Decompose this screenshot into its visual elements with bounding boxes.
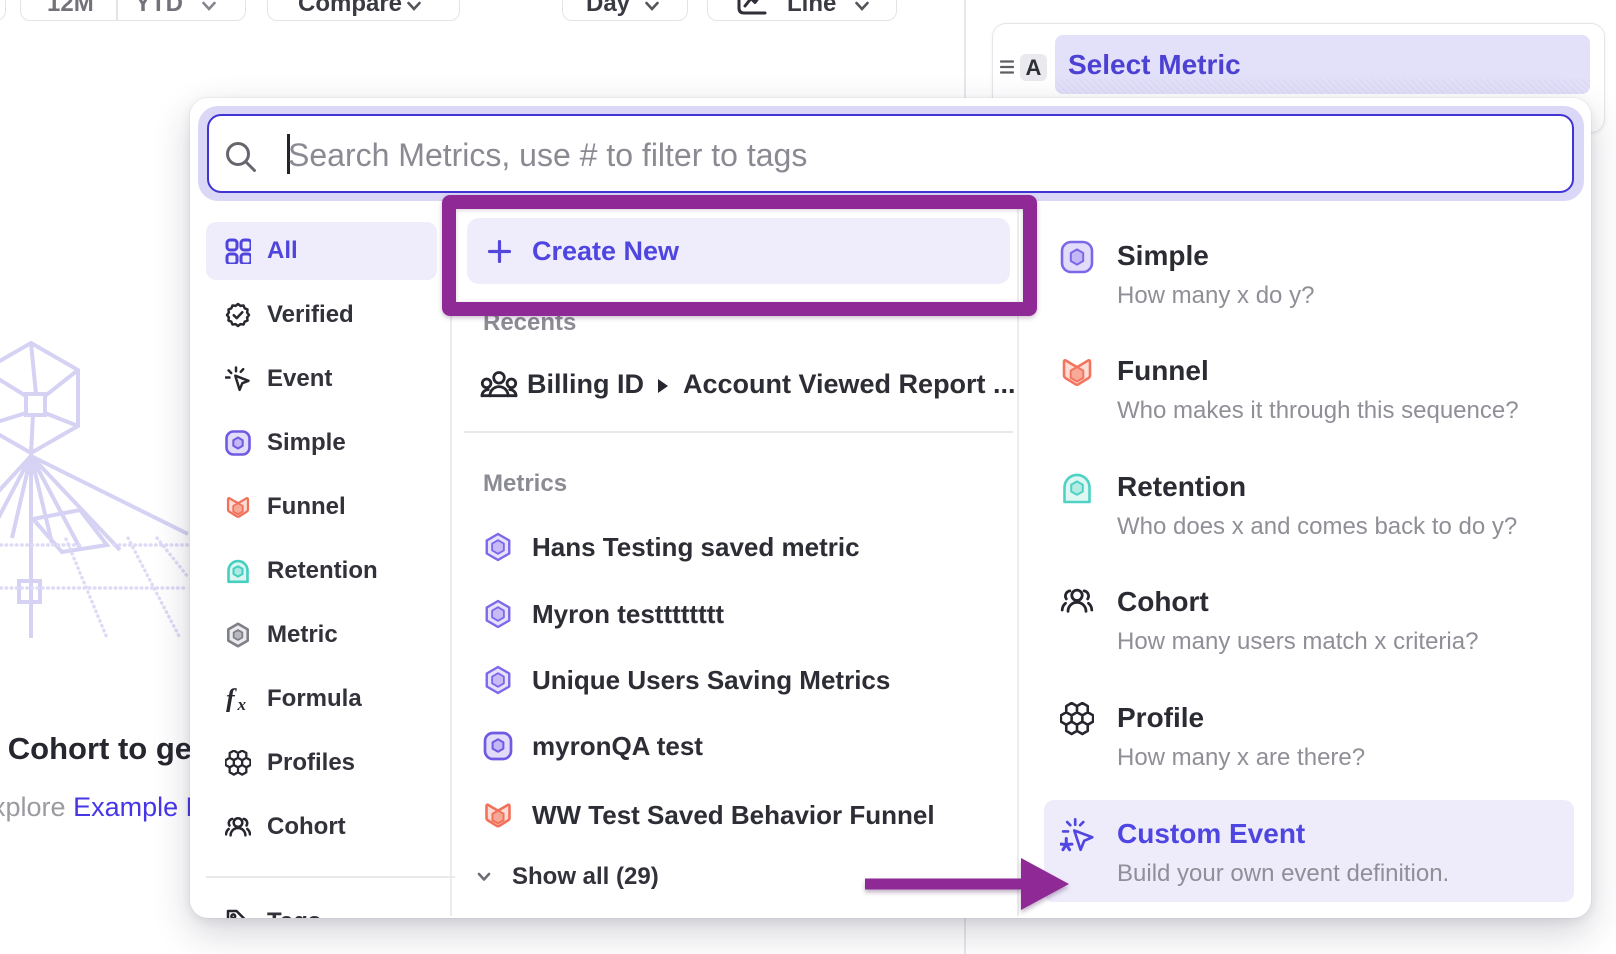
svg-text:f: f: [226, 686, 237, 712]
svg-text:x: x: [237, 695, 247, 712]
